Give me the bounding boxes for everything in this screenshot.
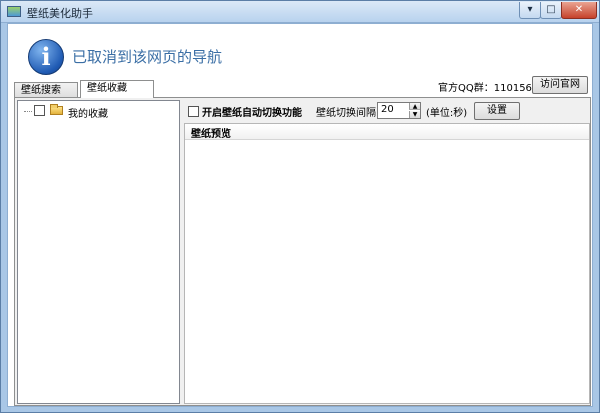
- tab-wallpaper-search[interactable]: 壁纸搜索: [14, 82, 78, 98]
- maximize-button[interactable]: □: [540, 2, 562, 19]
- title-bar[interactable]: 壁纸美化助手 ▾ □ ✕: [1, 1, 599, 23]
- window-title: 壁纸美化助手: [27, 7, 93, 20]
- info-icon: i: [28, 39, 64, 75]
- spin-up-icon[interactable]: ▲: [409, 103, 420, 110]
- interval-label: 壁纸切换间隔: [316, 108, 376, 119]
- favorites-panel: 我的收藏 开启壁纸自动切换功能 壁纸切换间隔 20 ▲ ▼ (单位:秒) 设置 …: [14, 97, 591, 406]
- app-window: 壁纸美化助手 ▾ □ ✕ i 已取消到该网页的导航 官方QQ群：11015630…: [0, 0, 600, 413]
- interval-stepper[interactable]: 20 ▲ ▼: [377, 102, 421, 119]
- tree-connector: [24, 111, 32, 112]
- preview-title: 壁纸预览: [191, 129, 231, 140]
- auto-switch-checkbox[interactable]: [188, 106, 199, 117]
- spin-down-icon[interactable]: ▼: [409, 111, 420, 118]
- unit-label: (单位:秒): [426, 108, 468, 119]
- auto-switch-label[interactable]: 开启壁纸自动切换功能: [202, 104, 302, 119]
- tree-item-my-favorites[interactable]: 我的收藏: [68, 105, 108, 120]
- tree-item-checkbox[interactable]: [34, 105, 45, 116]
- wallpaper-preview-panel: 壁纸预览: [184, 123, 590, 404]
- folder-icon: [50, 104, 63, 115]
- client-area: i 已取消到该网页的导航 官方QQ群：110156308 访问官网 壁纸搜索 壁…: [7, 23, 593, 407]
- minimize-button[interactable]: ▾: [519, 2, 541, 19]
- navigation-cancelled-message: 已取消到该网页的导航: [72, 48, 223, 66]
- preview-header: 壁纸预览: [185, 124, 589, 140]
- app-icon: [7, 6, 21, 17]
- settings-area: 开启壁纸自动切换功能 壁纸切换间隔 20 ▲ ▼ (单位:秒) 设置 壁纸预览: [184, 100, 590, 404]
- visit-website-button[interactable]: 访问官网: [532, 76, 588, 94]
- favorites-tree[interactable]: 我的收藏: [17, 100, 180, 404]
- set-button[interactable]: 设置: [474, 102, 520, 120]
- interval-value[interactable]: 20: [381, 104, 394, 115]
- close-button[interactable]: ✕: [561, 2, 597, 19]
- tab-wallpaper-favorites[interactable]: 壁纸收藏: [80, 80, 154, 98]
